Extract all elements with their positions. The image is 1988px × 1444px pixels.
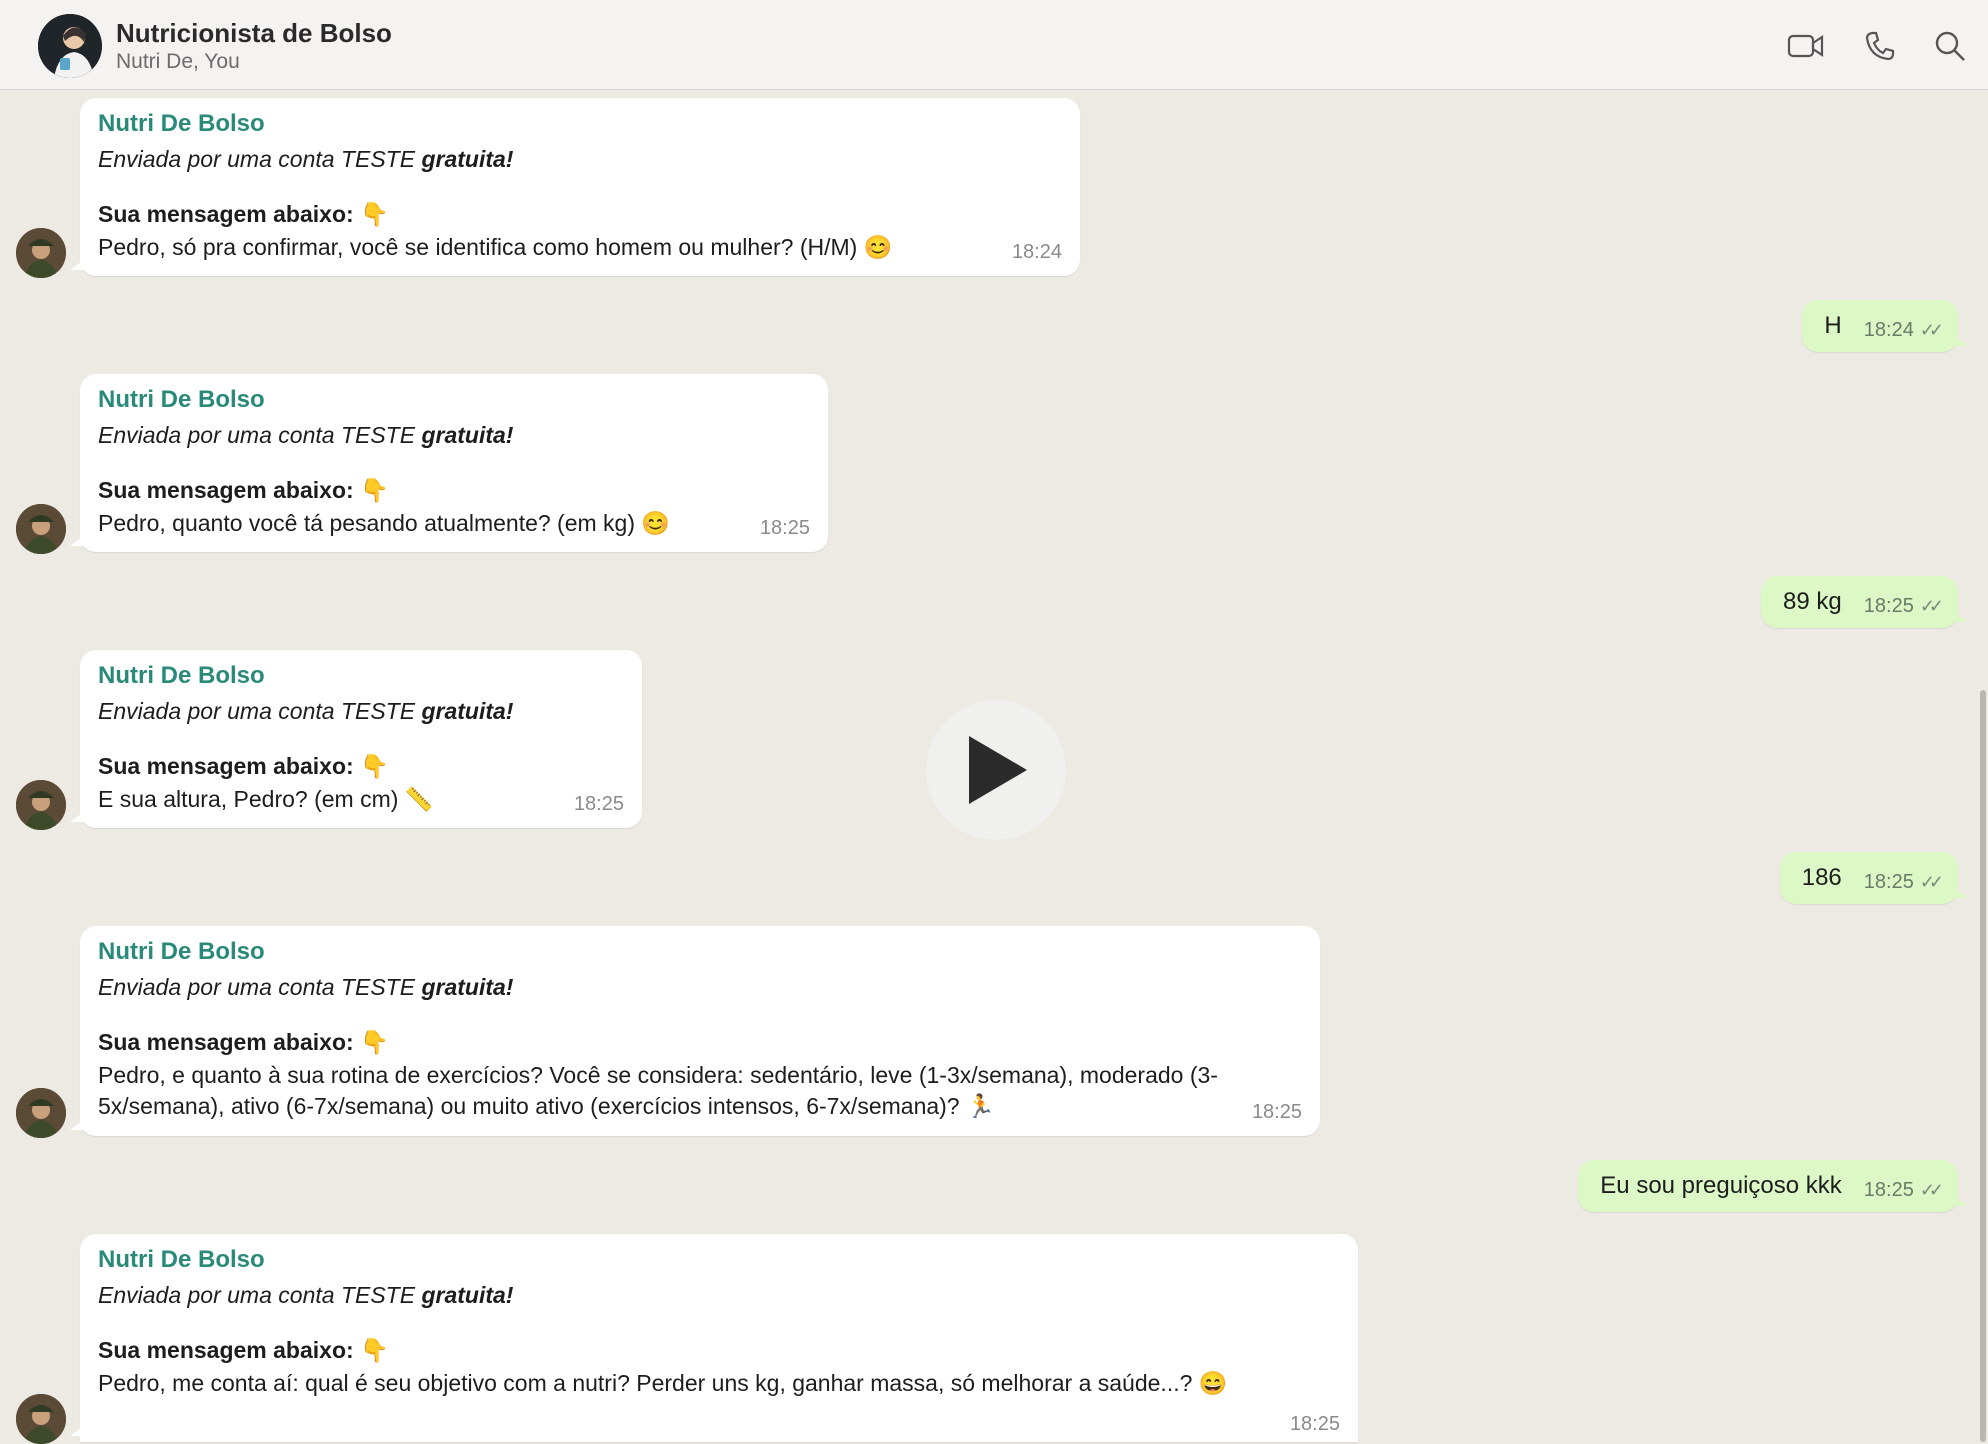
message-text: E sua altura, Pedro? (em cm) 📏 (98, 786, 434, 812)
message-time: 18:25 (759, 517, 810, 539)
sender-name: Nutri De Bolso (98, 662, 265, 689)
message-text: Eu sou preguiçoso kkk (1600, 1172, 1842, 1199)
notice-text: Enviada por uma conta TESTE gratuita! (98, 698, 514, 724)
chat-title[interactable]: Nutricionista de Bolso (116, 18, 392, 49)
message-text: 89 kg (1783, 588, 1842, 615)
read-receipt-icon: ✓✓ (1919, 319, 1944, 340)
sender-name: Nutri De Bolso (98, 1246, 265, 1273)
read-receipt-icon: ✓✓ (1919, 871, 1944, 892)
read-receipt-icon: ✓✓ (1919, 595, 1944, 616)
incoming-message[interactable]: Nutri De Bolso Enviada por uma conta TES… (70, 1234, 1358, 1442)
notice-text: Enviada por uma conta TESTE gratuita! (98, 974, 514, 1000)
incoming-message[interactable]: Nutri De Bolso Enviada por uma conta TES… (70, 98, 1080, 276)
message-text: Pedro, e quanto à sua rotina de exercíci… (98, 1062, 1218, 1119)
message-text: Pedro, quanto você tá pesando atualmente… (98, 510, 671, 536)
message-text: H (1824, 312, 1842, 339)
message-time: 18:25 (1863, 870, 1914, 893)
message-time: 18:25 (1289, 1413, 1340, 1435)
outgoing-message[interactable]: 89 kg 18:25 ✓✓ (1761, 576, 1968, 628)
outgoing-message[interactable]: H 18:24 ✓✓ (1802, 300, 1968, 352)
message-label: Sua mensagem abaixo: 👇 (98, 1337, 389, 1364)
incoming-message[interactable]: Nutri De Bolso Enviada por uma conta TES… (70, 650, 642, 828)
play-icon[interactable] (926, 700, 1066, 840)
chat-header: Nutricionista de Bolso Nutri De, You (0, 0, 1988, 90)
message-text: Pedro, me conta aí: qual é seu objetivo … (98, 1370, 1228, 1396)
message-time: 18:25 (573, 793, 624, 815)
message-text: 186 (1801, 864, 1842, 891)
sender-avatar[interactable] (16, 780, 66, 830)
phone-icon[interactable] (1860, 26, 1900, 66)
sender-avatar[interactable] (16, 1394, 66, 1444)
incoming-message[interactable]: Nutri De Bolso Enviada por uma conta TES… (70, 374, 828, 552)
chat-participants: Nutri De, You (116, 50, 240, 73)
sender-name: Nutri De Bolso (98, 110, 265, 137)
message-time: 18:25 (1863, 1178, 1914, 1201)
notice-text: Enviada por uma conta TESTE gratuita! (98, 422, 514, 448)
scrollbar[interactable] (1980, 690, 1986, 1442)
notice-text: Enviada por uma conta TESTE gratuita! (98, 1282, 514, 1308)
message-time: 18:25 (1863, 594, 1914, 617)
outgoing-message[interactable]: 186 18:25 ✓✓ (1779, 852, 1969, 904)
search-icon[interactable] (1930, 26, 1970, 66)
message-label: Sua mensagem abaixo: 👇 (98, 201, 389, 228)
message-label: Sua mensagem abaixo: 👇 (98, 1029, 389, 1056)
message-label: Sua mensagem abaixo: 👇 (98, 753, 389, 780)
sender-name: Nutri De Bolso (98, 386, 265, 413)
sender-name: Nutri De Bolso (98, 938, 265, 965)
notice-text: Enviada por uma conta TESTE gratuita! (98, 146, 514, 172)
message-time: 18:25 (1251, 1101, 1302, 1123)
message-label: Sua mensagem abaixo: 👇 (98, 477, 389, 504)
video-call-icon[interactable] (1786, 26, 1826, 66)
incoming-message[interactable]: Nutri De Bolso Enviada por uma conta TES… (70, 926, 1320, 1136)
group-avatar[interactable] (38, 14, 102, 78)
outgoing-message[interactable]: Eu sou preguiçoso kkk 18:25 ✓✓ (1578, 1160, 1968, 1212)
message-time: 18:24 (1863, 318, 1914, 341)
sender-avatar[interactable] (16, 228, 66, 278)
sender-avatar[interactable] (16, 504, 66, 554)
message-time: 18:24 (1011, 241, 1062, 263)
sender-avatar[interactable] (16, 1088, 66, 1138)
read-receipt-icon: ✓✓ (1919, 1179, 1944, 1200)
message-text: Pedro, só pra confirmar, você se identif… (98, 234, 893, 260)
